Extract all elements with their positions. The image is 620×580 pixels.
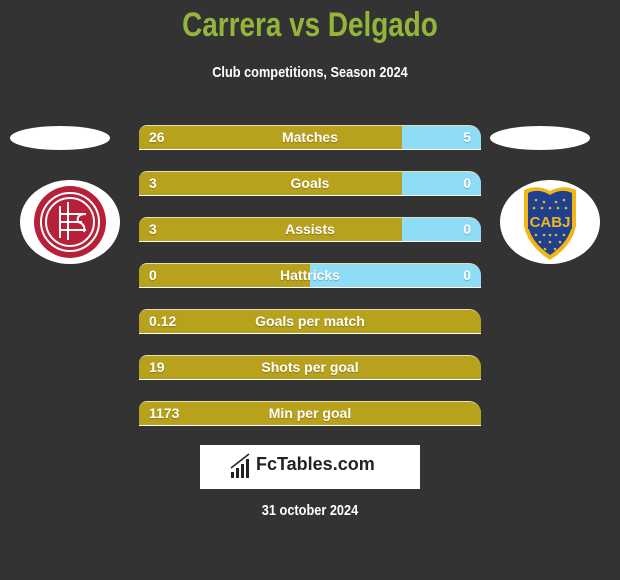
right-team-badge[interactable]: CABJ [500, 180, 600, 264]
page-subtitle: Club competitions, Season 2024 [212, 64, 408, 81]
left-team-name-placeholder [10, 126, 110, 150]
stat-label: Assists [285, 221, 335, 237]
stat-label: Matches [281, 129, 339, 145]
stat-row-shots-per-goal: Shots per goal 19 [139, 355, 481, 380]
stat-label: Min per goal [268, 405, 352, 421]
left-value: 0.12 [149, 313, 177, 329]
right-value: 0 [463, 175, 471, 191]
page-title: Carrera vs Delgado [182, 6, 438, 44]
left-value: 0 [149, 267, 157, 283]
brand-name: FcTables.com [256, 454, 375, 474]
left-value: 26 [149, 129, 165, 145]
left-value: 3 [149, 175, 157, 191]
stat-row-goals-per-match: Goals per match 0.12 [139, 309, 481, 334]
stat-label: Hattricks [280, 267, 340, 283]
left-value: 19 [149, 359, 165, 375]
left-value: 1173 [149, 405, 180, 421]
stat-row-assists: Assists 3 0 [139, 217, 481, 242]
stat-row-hattricks: Hattricks 0 0 [139, 263, 481, 288]
stat-label: Goals per match [255, 313, 365, 329]
right-value: 0 [463, 221, 471, 237]
left-team-badge[interactable] [20, 180, 120, 264]
report-date: 31 october 2024 [261, 502, 359, 519]
left-value: 3 [149, 221, 157, 237]
stat-label: Shots per goal [261, 359, 359, 375]
bar-chart-icon [230, 453, 250, 478]
right-value: 0 [463, 267, 471, 283]
svg-text:CABJ: CABJ [530, 214, 571, 231]
stat-row-min-per-goal: Min per goal 1173 [139, 401, 481, 426]
stat-row-goals: Goals 3 0 [139, 171, 481, 196]
fctables-logo[interactable]: FcTables.com [200, 445, 420, 489]
right-team-name-placeholder [490, 126, 590, 150]
right-value: 5 [463, 129, 471, 145]
boca-juniors-crest-icon: CABJ [524, 187, 576, 260]
stat-row-matches: Matches 26 5 [139, 125, 481, 150]
lanus-crest-icon [34, 186, 106, 258]
stat-label: Goals [290, 175, 330, 191]
